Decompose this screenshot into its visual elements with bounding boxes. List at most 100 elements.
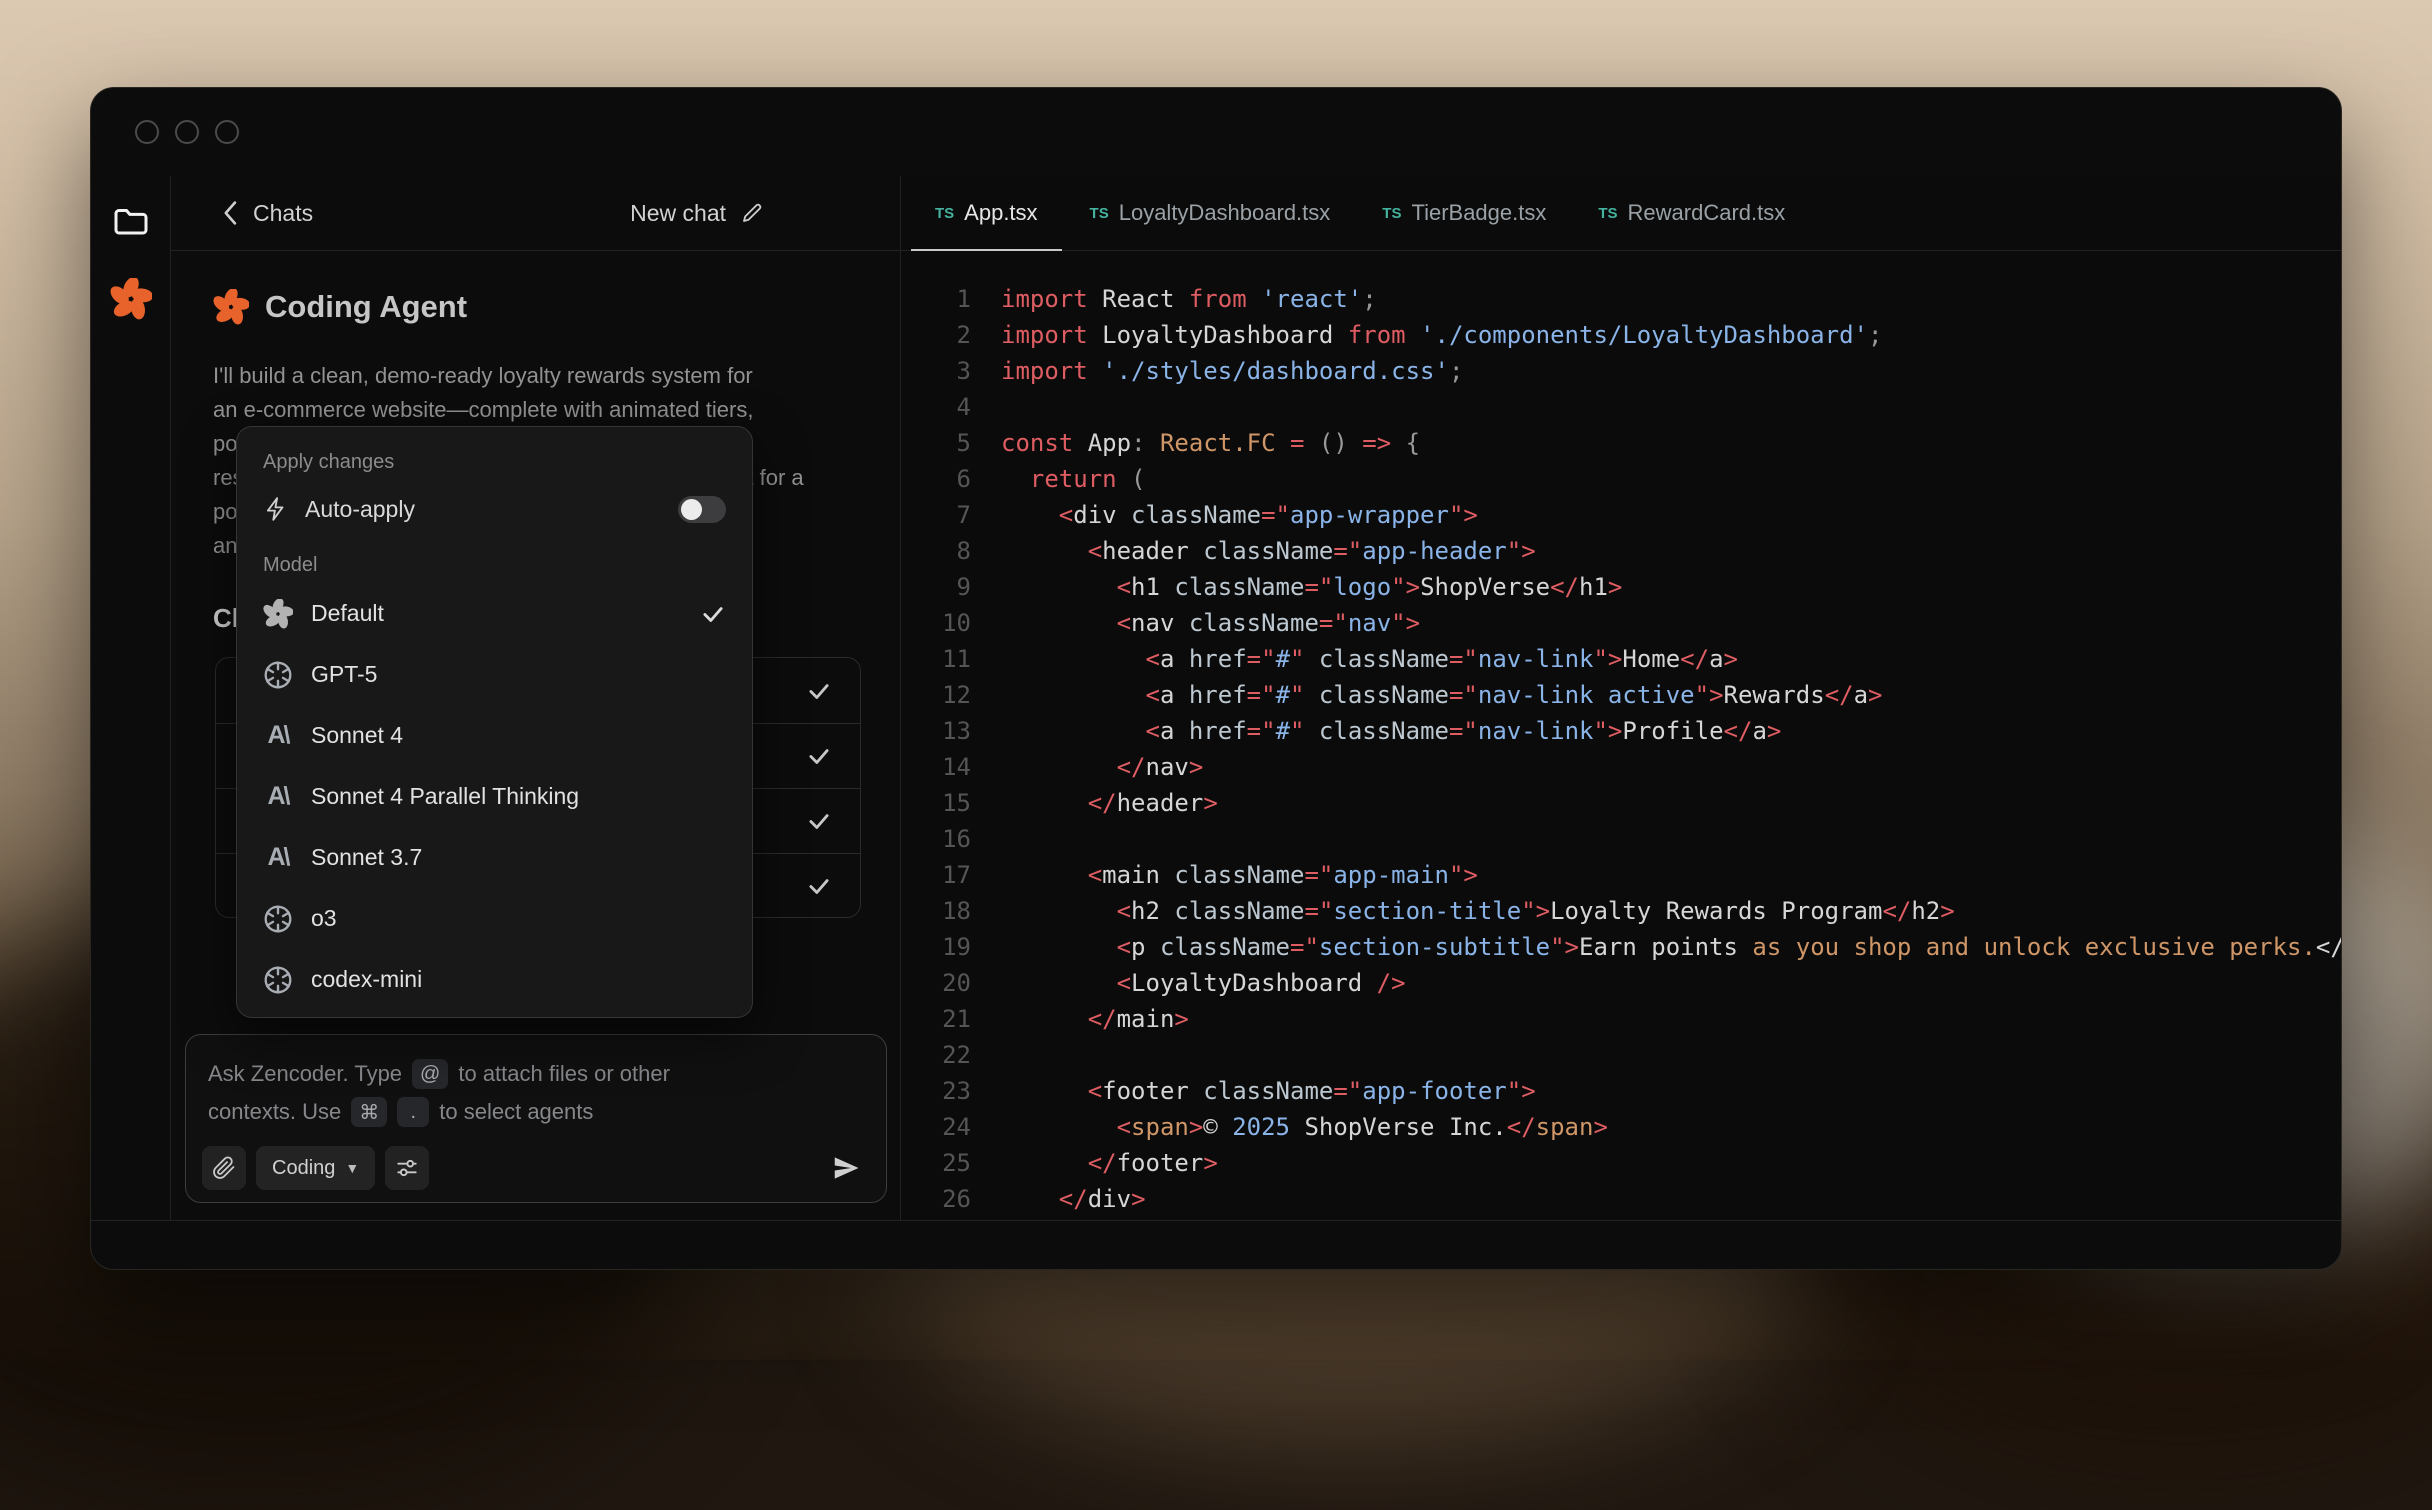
code-line: 13 <a href="#" className="nav-link">Prof…: [901, 713, 2341, 749]
anthropic-icon: A\: [263, 721, 293, 751]
app-window: Chats New chat Coding Agent I'll buil: [90, 87, 2342, 1270]
auto-apply-row[interactable]: Auto-apply: [263, 482, 726, 536]
paperclip-icon: [212, 1156, 236, 1180]
tab-tierbadge-tsx[interactable]: TSTierBadge.tsx: [1356, 176, 1572, 250]
window-close-button[interactable]: [135, 120, 159, 144]
code-editor[interactable]: 1import React from 'react';2import Loyal…: [901, 251, 2341, 1220]
model-option-label: Sonnet 4 Parallel Thinking: [311, 783, 579, 810]
chevron-left-icon: [221, 200, 241, 226]
window-zoom-button[interactable]: [215, 120, 239, 144]
line-number: 20: [901, 965, 971, 1001]
model-option-codex-mini[interactable]: codex-mini: [263, 949, 726, 1010]
line-number: 8: [901, 533, 971, 569]
code-line: 9 <h1 className="logo">ShopVerse</h1>: [901, 569, 2341, 605]
line-number: 15: [901, 785, 971, 821]
code-line: 2import LoyaltyDashboard from './compone…: [901, 317, 2341, 353]
chat-header: Chats New chat: [171, 176, 900, 251]
auto-apply-toggle[interactable]: [678, 496, 726, 523]
tab-label: RewardCard.tsx: [1628, 200, 1786, 226]
files-rail-button[interactable]: [110, 200, 152, 242]
line-number: 23: [901, 1073, 971, 1109]
typescript-icon: TS: [1090, 205, 1109, 222]
line-number: 10: [901, 605, 971, 641]
code-line: 22: [901, 1037, 2341, 1073]
openai-icon: [263, 904, 293, 934]
code-line: 23 <footer className="app-footer">: [901, 1073, 2341, 1109]
code-line: 1import React from 'react';: [901, 281, 2341, 317]
code-line: 12 <a href="#" className="nav-link activ…: [901, 677, 2341, 713]
line-number: 4: [901, 389, 971, 425]
model-option-default[interactable]: Default: [263, 583, 726, 644]
line-number: 16: [901, 821, 971, 857]
chevron-down-icon: ▼: [345, 1160, 359, 1176]
line-number: 14: [901, 749, 971, 785]
window-minimize-button[interactable]: [175, 120, 199, 144]
code-line: 6 return (: [901, 461, 2341, 497]
apply-changes-section-label: Apply changes: [263, 451, 726, 474]
model-option-gpt-5[interactable]: GPT-5: [263, 644, 726, 705]
tab-loyaltydashboard-tsx[interactable]: TSLoyaltyDashboard.tsx: [1064, 176, 1357, 250]
line-number: 21: [901, 1001, 971, 1037]
selected-check-icon: [700, 601, 726, 627]
chats-back-button[interactable]: Chats: [221, 200, 313, 227]
send-icon: [831, 1153, 861, 1183]
agent-selector-dropdown[interactable]: Coding ▼: [256, 1146, 375, 1190]
line-number: 13: [901, 713, 971, 749]
line-number: 25: [901, 1145, 971, 1181]
agent-title: Coding Agent: [265, 289, 467, 325]
code-line: 11 <a href="#" className="nav-link">Home…: [901, 641, 2341, 677]
model-option-label: Sonnet 4: [311, 722, 403, 749]
model-option-sonnet-4-parallel-thinking[interactable]: A\Sonnet 4 Parallel Thinking: [263, 766, 726, 827]
zencoder-icon: [263, 599, 293, 629]
anthropic-icon: A\: [263, 843, 293, 873]
line-number: 5: [901, 425, 971, 461]
code-line: 16: [901, 821, 2341, 857]
code-line: 24 <span>© 2025 ShopVerse Inc.</span>: [901, 1109, 2341, 1145]
new-chat-button[interactable]: New chat: [630, 200, 764, 227]
editor-panel: TSApp.tsxTSLoyaltyDashboard.tsxTSTierBad…: [901, 176, 2341, 1220]
line-number: 2: [901, 317, 971, 353]
line-number: 24: [901, 1109, 971, 1145]
model-option-label: GPT-5: [311, 661, 377, 688]
line-number: 19: [901, 929, 971, 965]
code-line: 7 <div className="app-wrapper">: [901, 497, 2341, 533]
code-line: 27 ): [901, 1217, 2341, 1220]
composer-placeholder-line2: contexts. Use ⌘ . to select agents: [208, 1093, 864, 1131]
openai-icon: [263, 965, 293, 995]
model-option-label: codex-mini: [311, 966, 422, 993]
model-section-label: Model: [263, 554, 726, 577]
model-option-o3[interactable]: o3: [263, 888, 726, 949]
tab-label: TierBadge.tsx: [1411, 200, 1546, 226]
model-option-label: Sonnet 3.7: [311, 844, 422, 871]
check-icon: [806, 743, 832, 769]
send-message-button[interactable]: [826, 1148, 866, 1188]
line-number: 9: [901, 569, 971, 605]
line-number: 27: [901, 1217, 971, 1220]
sliders-icon: [394, 1155, 420, 1181]
model-option-sonnet-3-7[interactable]: A\ Sonnet 3.7: [263, 827, 726, 888]
zencoder-agent-icon: [213, 289, 249, 325]
model-option-sonnet-4[interactable]: A\ Sonnet 4: [263, 705, 726, 766]
composer-settings-button[interactable]: [385, 1146, 429, 1190]
code-line: 17 <main className="app-main">: [901, 857, 2341, 893]
model-dropdown-menu: Apply changes Auto-apply Model Default GP…: [236, 426, 753, 1018]
tab-rewardcard-tsx[interactable]: TSRewardCard.tsx: [1572, 176, 1811, 250]
code-line: 26 </div>: [901, 1181, 2341, 1217]
line-number: 12: [901, 677, 971, 713]
code-line: 14 </nav>: [901, 749, 2341, 785]
code-line: 3import './styles/dashboard.css';: [901, 353, 2341, 389]
composer-placeholder-line1: Ask Zencoder. Type @ to attach files or …: [208, 1055, 864, 1093]
code-line: 4: [901, 389, 2341, 425]
zencoder-rail-button[interactable]: [110, 278, 152, 320]
code-line: 10 <nav className="nav">: [901, 605, 2341, 641]
message-composer[interactable]: Ask Zencoder. Type @ to attach files or …: [185, 1034, 887, 1203]
attach-file-button[interactable]: [202, 1146, 246, 1190]
toggle-knob: [681, 499, 702, 520]
line-number: 22: [901, 1037, 971, 1073]
folder-icon: [113, 206, 149, 236]
line-number: 7: [901, 497, 971, 533]
tab-app-tsx[interactable]: TSApp.tsx: [909, 176, 1064, 250]
agent-title-row: Coding Agent: [213, 289, 467, 325]
lightning-icon: [263, 496, 289, 522]
line-number: 11: [901, 641, 971, 677]
